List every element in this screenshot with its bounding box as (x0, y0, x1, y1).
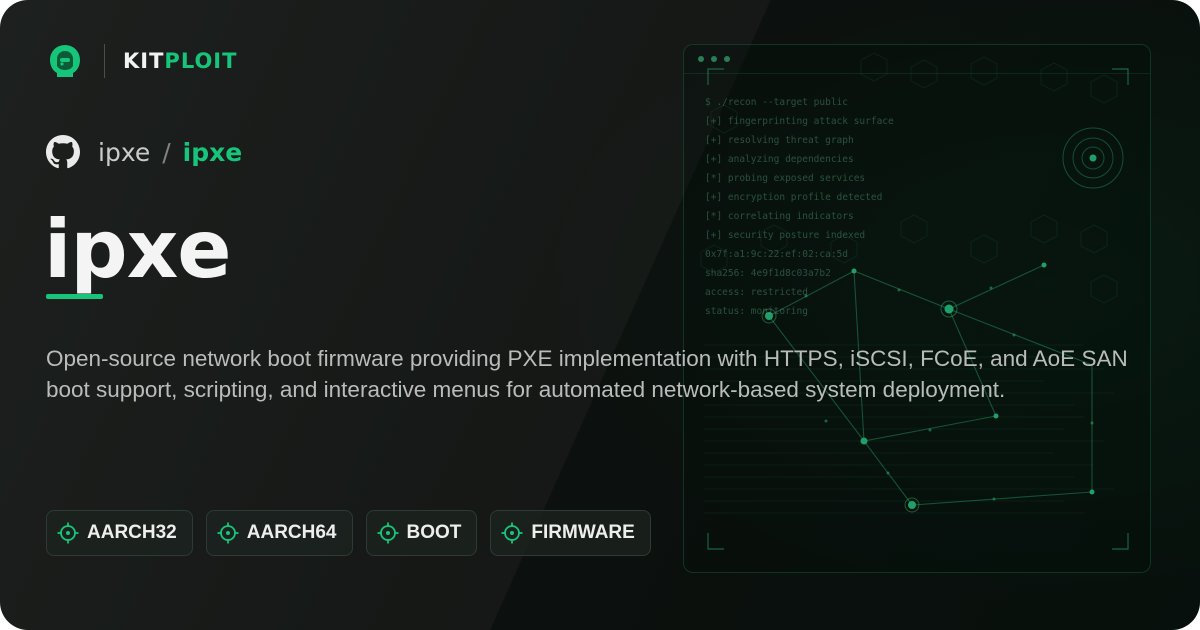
repo-separator: / (162, 137, 171, 167)
terminal-line: [+] fingerprinting attack surface (705, 116, 894, 127)
repo-breadcrumb: ipxe / ipxe (46, 134, 242, 170)
terminal-line: [+] analyzing dependencies (705, 154, 854, 165)
tag-label: AARCH32 (87, 522, 177, 543)
terminal-line: [+] encryption profile detected (705, 192, 883, 203)
github-icon (46, 135, 80, 169)
tag-chip[interactable]: AARCH32 (46, 510, 193, 556)
terminal-line: $ ./recon --target public (705, 97, 848, 108)
terminal-illustration: $ ./recon --target public [+] fingerprin… (683, 44, 1151, 573)
terminal-line: 0x7f:a1:9c:22:ef:02:ca:5d (705, 249, 848, 260)
brand-name-part: KIT (123, 49, 165, 73)
title-underline (46, 294, 103, 299)
terminal-line: [*] probing exposed services (705, 173, 866, 184)
brand-name: KITPLOIT (123, 49, 237, 73)
page-title: ipxe (44, 203, 232, 296)
brand-divider (104, 44, 105, 78)
terminal-line: sha256: 4e9f1d8c03a7b2 (705, 268, 831, 279)
terminal-output: $ ./recon --target public [+] fingerprin… (705, 93, 894, 321)
crosshair-icon (377, 522, 398, 544)
terminal-line: [+] security posture indexed (705, 230, 866, 241)
repo-name[interactable]: ipxe (183, 138, 243, 167)
terminal-line: [*] correlating indicators (705, 211, 854, 222)
kitploit-hacker-logo-icon (50, 45, 80, 77)
crosshair-icon (217, 522, 239, 544)
repo-owner[interactable]: ipxe (98, 138, 150, 167)
tag-chip[interactable]: AARCH64 (205, 510, 353, 556)
tag-chip[interactable]: FIRMWARE (490, 510, 651, 556)
social-card: $ ./recon --target public [+] fingerprin… (0, 0, 1200, 630)
tag-list: AARCH32 AARCH64 BOOT FIRMWARE (46, 510, 651, 556)
terminal-line: access: restricted (705, 287, 808, 298)
description: Open-source network boot firmware provid… (46, 346, 1128, 402)
tag-chip[interactable]: BOOT (365, 510, 478, 556)
brand-header: KITPLOIT (46, 42, 237, 80)
terminal-line: status: monitoring (705, 306, 808, 317)
tag-label: AARCH64 (246, 522, 337, 543)
tag-label: FIRMWARE (531, 522, 635, 543)
crosshair-icon (501, 522, 523, 544)
terminal-line: [+] resolving threat graph (705, 135, 854, 146)
crosshair-icon (57, 522, 79, 544)
brand-name-part: PLOIT (164, 49, 238, 73)
tag-label: BOOT (406, 522, 462, 543)
